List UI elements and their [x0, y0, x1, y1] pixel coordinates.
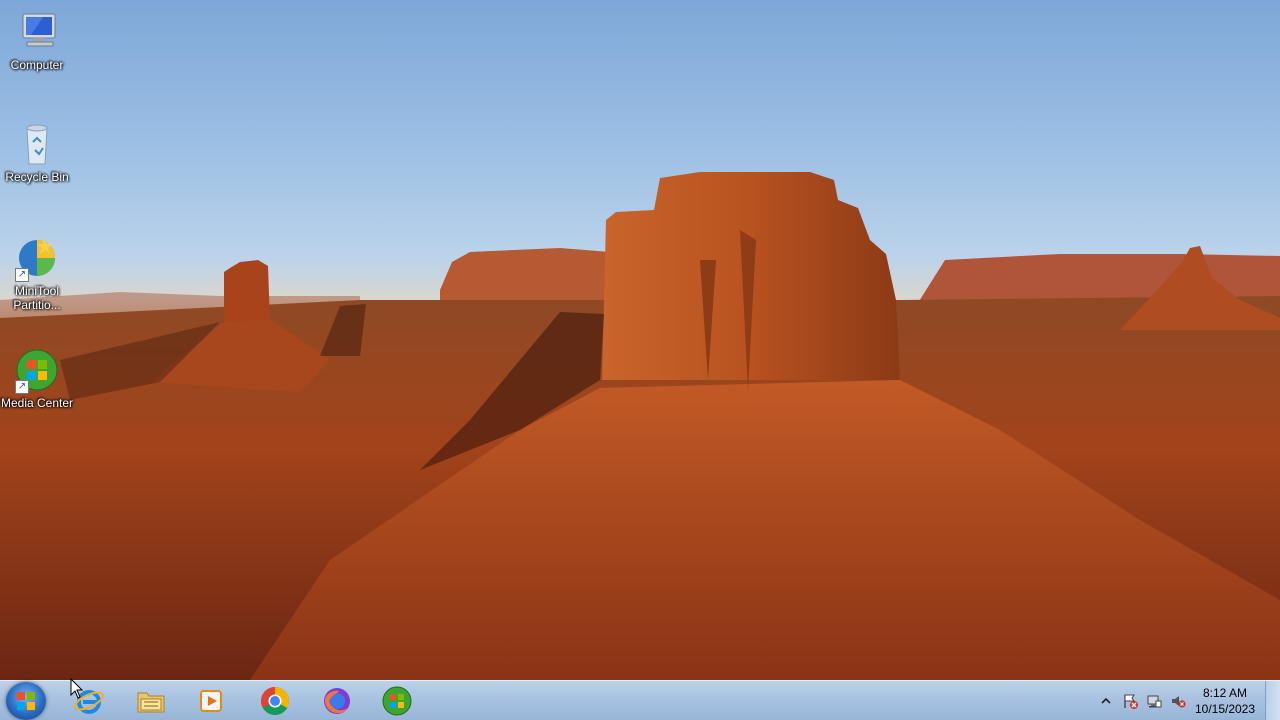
taskbar-media-center-button[interactable]	[370, 683, 424, 719]
start-button[interactable]	[6, 682, 46, 720]
mouse-cursor-icon	[70, 678, 84, 699]
desktop-icon-label: Media Center	[0, 396, 74, 410]
desktop-icon-label: MiniTool Partitio...	[13, 284, 61, 312]
desktop-icon-computer[interactable]: Computer	[0, 8, 74, 72]
recycle-bin-icon	[13, 120, 61, 168]
media-player-icon	[200, 690, 222, 712]
firefox-icon	[324, 688, 350, 714]
minitool-partition-icon: ↗	[13, 234, 61, 282]
taskbar-windows-explorer-button[interactable]	[124, 683, 178, 719]
taskbar-chrome-button[interactable]	[248, 683, 302, 719]
system-tray: 8:12 AM 10/15/2023	[1090, 681, 1280, 720]
desktop-icon-recycle-bin[interactable]: Recycle Bin	[0, 120, 74, 184]
media-center-icon: ↗	[13, 346, 61, 394]
taskbar-firefox-button[interactable]	[310, 683, 364, 719]
media-center-icon	[382, 686, 412, 716]
shortcut-arrow-icon: ↗	[15, 380, 29, 394]
desktop-icon-label: Computer	[10, 58, 64, 72]
shortcut-arrow-icon: ↗	[15, 268, 29, 282]
desktop-icon-media-center[interactable]: ↗ Media Center	[0, 346, 74, 410]
clock-time: 8:12 AM	[1202, 686, 1248, 700]
computer-icon	[13, 8, 61, 56]
action-center-flag-icon[interactable]	[1122, 693, 1138, 709]
show-hidden-icons-chevron-icon[interactable]	[1098, 693, 1114, 709]
taskbar: 8:12 AM 10/15/2023	[0, 680, 1280, 720]
volume-muted-icon[interactable]	[1170, 693, 1186, 709]
chrome-icon	[261, 687, 289, 715]
folder-explorer-icon	[137, 692, 165, 713]
desktop-icon-minitool-partition[interactable]: ↗ MiniTool Partitio...	[0, 234, 74, 312]
clock-date: 10/15/2023	[1194, 702, 1256, 716]
taskbar-media-player-button[interactable]	[184, 683, 238, 719]
windows-flag-icon	[17, 692, 35, 710]
desktop-icon-label: Recycle Bin	[5, 170, 69, 184]
show-desktop-button[interactable]	[1265, 681, 1280, 720]
desktop-wallpaper	[0, 0, 1280, 680]
wallpaper-buttes-illustration	[0, 172, 1280, 680]
network-icon[interactable]	[1146, 693, 1162, 709]
taskbar-clock[interactable]: 8:12 AM 10/15/2023	[1190, 685, 1260, 717]
